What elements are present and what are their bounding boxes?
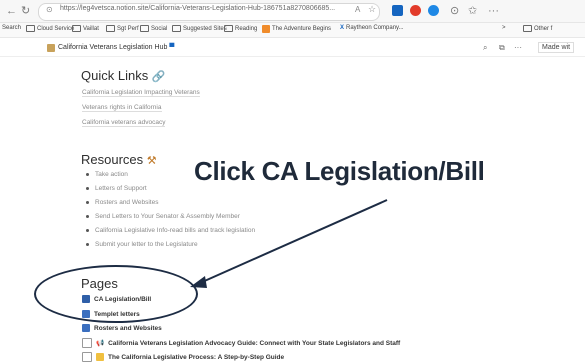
page-icon [82, 338, 92, 348]
star-icon [96, 353, 104, 361]
building-icon [82, 295, 90, 303]
document-icon [82, 324, 90, 332]
page-ca-legislation-bill[interactable]: CA Legislation/Bill [82, 295, 151, 303]
page-icon [82, 352, 92, 362]
page-advocacy-guide[interactable]: 📢 California Veterans Legislation Advocac… [82, 338, 400, 348]
page-rosters-websites[interactable]: Rosters and Websites [82, 324, 162, 332]
page-templet-letters[interactable]: Templet letters [82, 310, 140, 318]
page-legislative-process[interactable]: The California Legislative Process: A St… [82, 352, 284, 362]
megaphone-icon: 📢 [96, 340, 105, 347]
document-icon [82, 310, 90, 318]
